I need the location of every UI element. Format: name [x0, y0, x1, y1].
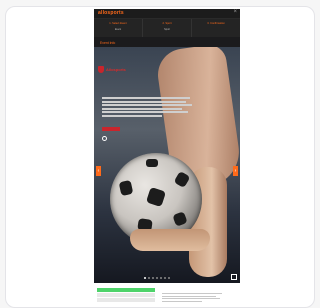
- section-title: Event Info: [100, 41, 116, 45]
- option-bar[interactable]: [97, 293, 155, 297]
- bottom-panel: [94, 283, 240, 303]
- option-bar[interactable]: [97, 298, 155, 302]
- text-line: [162, 298, 220, 299]
- hand-image: [130, 229, 210, 251]
- carousel-dot[interactable]: [148, 277, 150, 279]
- step-2[interactable]: 2. Sport Sport: [143, 19, 192, 37]
- carousel-dot[interactable]: [160, 277, 162, 279]
- carousel-dot[interactable]: [164, 277, 166, 279]
- green-button[interactable]: [97, 288, 155, 292]
- text-line: [162, 300, 202, 302]
- prev-arrow-icon[interactable]: ‹: [96, 166, 101, 176]
- carousel-dots: [144, 277, 170, 279]
- carousel-dot[interactable]: [152, 277, 154, 279]
- step-3[interactable]: 3. Confirmation: [192, 19, 240, 37]
- step-value: Sport: [164, 28, 170, 31]
- hero-banner: Allosports ‹ ›: [94, 47, 240, 283]
- step-indicator: 1. Select Event Event 2. Sport Sport 3. …: [94, 19, 240, 37]
- top-bar: allosports ×: [94, 9, 240, 19]
- text-line: [162, 295, 216, 297]
- preview-card: allosports × 1. Select Event Event 2. Sp…: [5, 6, 315, 308]
- step-1[interactable]: 1. Select Event Event: [94, 19, 143, 37]
- step-label: 1. Select Event: [109, 22, 127, 25]
- next-arrow-icon[interactable]: ›: [233, 166, 238, 176]
- carousel-dot[interactable]: [168, 277, 170, 279]
- logo-text: Allosports: [106, 67, 126, 72]
- close-icon[interactable]: ×: [233, 9, 237, 15]
- mobile-screen: allosports × 1. Select Event Event 2. Sp…: [94, 9, 240, 303]
- carousel-dot[interactable]: [144, 277, 146, 279]
- user-icon: [102, 136, 107, 141]
- brand-logo[interactable]: allosports: [98, 10, 124, 16]
- fullscreen-icon[interactable]: [231, 274, 237, 280]
- club-logo: Allosports: [98, 66, 126, 73]
- step-label: 3. Confirmation: [207, 22, 225, 25]
- text-line: [162, 293, 222, 294]
- step-value: Event: [114, 28, 122, 31]
- step-label: 2. Sport: [162, 22, 172, 25]
- carousel-dot[interactable]: [156, 277, 158, 279]
- shield-icon: [98, 66, 104, 73]
- tag-button[interactable]: [102, 127, 120, 131]
- hero-description: [102, 97, 194, 117]
